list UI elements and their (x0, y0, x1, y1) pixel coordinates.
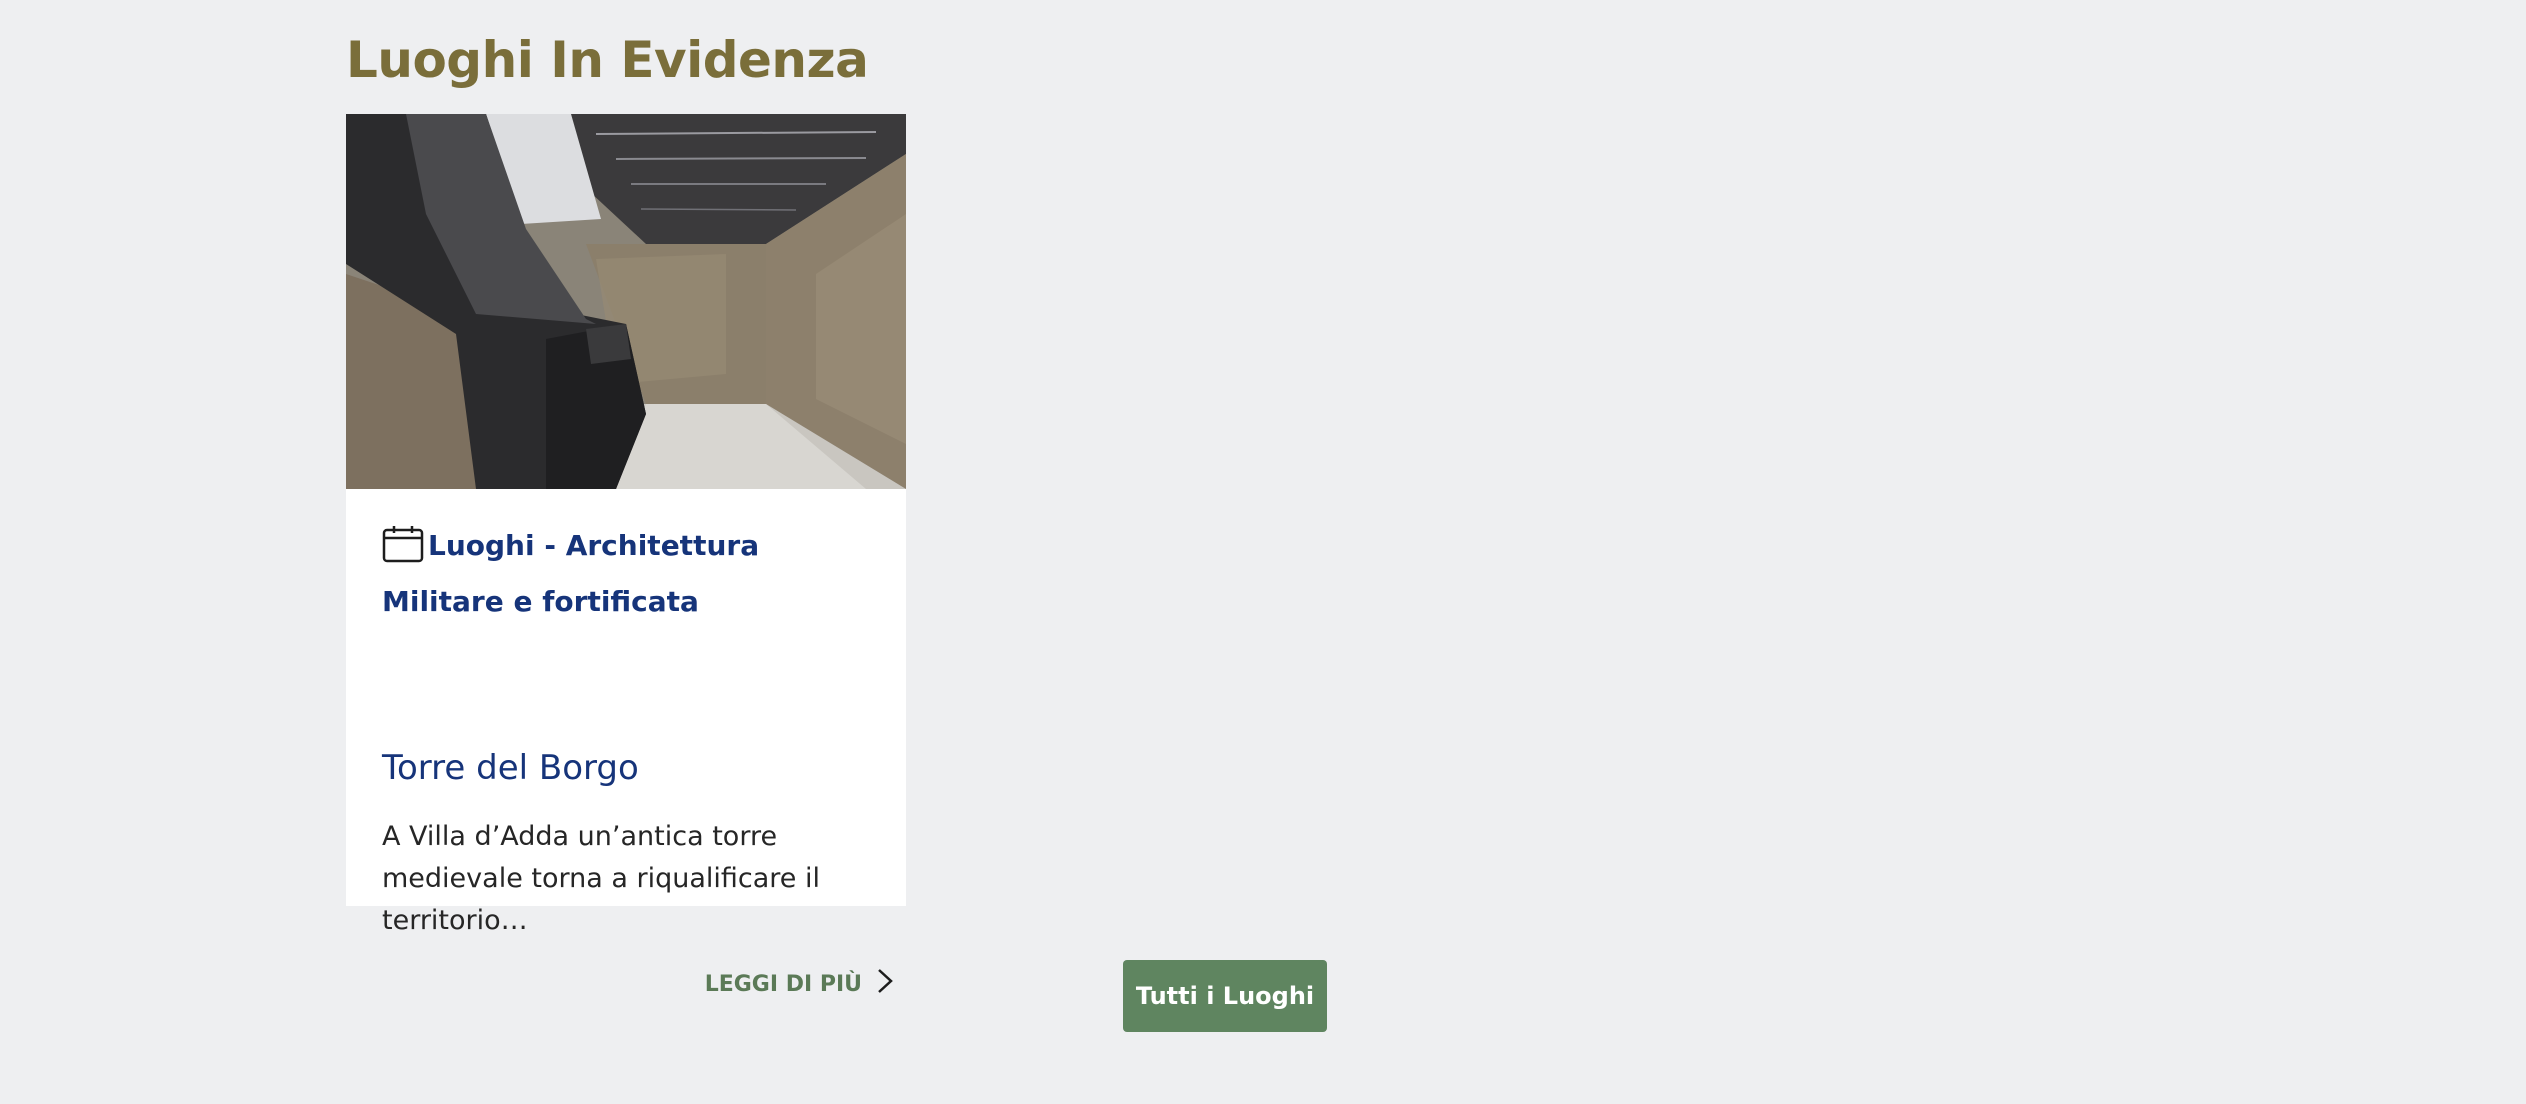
read-more-label: LEGGI DI PIÙ (704, 971, 862, 997)
section-title: Luoghi In Evidenza (346, 31, 869, 89)
calendar-icon (382, 525, 424, 578)
card-category[interactable]: Luoghi - Architettura Militare e fortifi… (382, 522, 882, 626)
card-description: A Villa d’Adda un’antica torre medievale… (382, 821, 820, 936)
chevron-right-icon (876, 968, 894, 1000)
card-image[interactable] (346, 114, 906, 489)
place-card: Luoghi - Architettura Militare e fortifi… (346, 114, 906, 997)
read-more-link[interactable]: LEGGI DI PIÙ (705, 968, 894, 1000)
card-category-label: Luoghi - Architettura Militare e fortifi… (382, 529, 760, 618)
all-places-button[interactable]: Tutti i Luoghi (1123, 960, 1327, 1032)
card-title[interactable]: Torre del Borgo (382, 744, 639, 792)
